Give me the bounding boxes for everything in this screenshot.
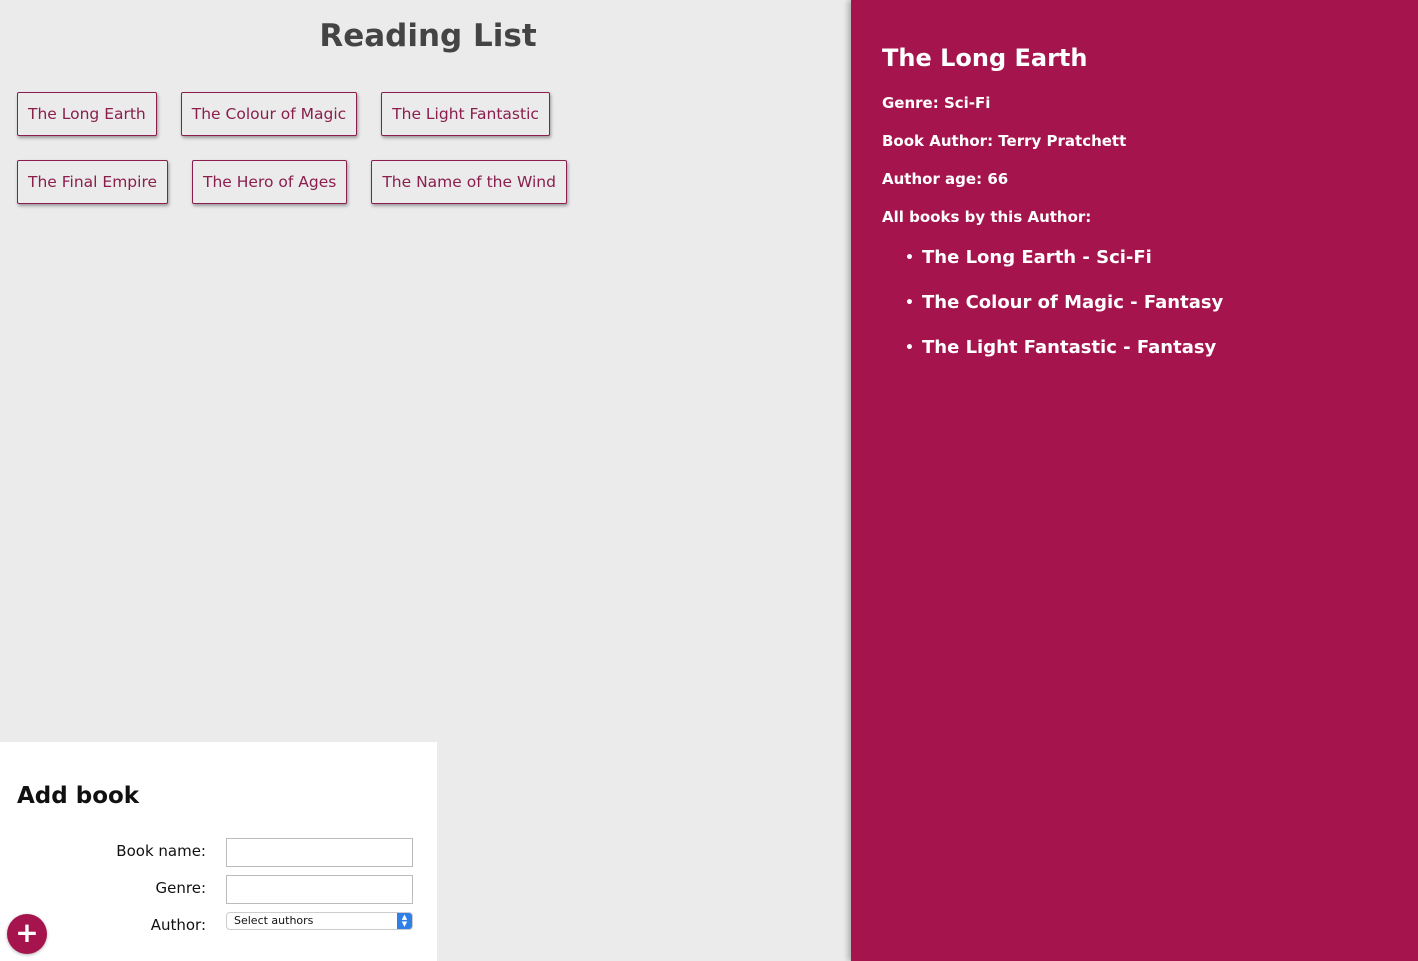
detail-genre: Genre: Sci-Fi bbox=[882, 94, 991, 112]
book-details-panel: The Long Earth Genre: Sci-Fi Book Author… bbox=[851, 0, 1418, 961]
genre-label: Genre: bbox=[155, 879, 206, 897]
author-book-label: The Long Earth - Sci-Fi bbox=[922, 247, 1152, 268]
list-item: • The Light Fantastic - Fantasy bbox=[905, 336, 1418, 360]
book-item[interactable]: The Final Empire bbox=[17, 160, 169, 204]
book-item[interactable]: The Light Fantastic bbox=[381, 92, 550, 136]
list-item: • The Long Earth - Sci-Fi bbox=[905, 246, 1418, 270]
book-item[interactable]: The Name of the Wind bbox=[371, 160, 567, 204]
author-books-list: • The Long Earth - Sci-Fi • The Colour o… bbox=[882, 246, 1418, 360]
bullet-icon: • bbox=[905, 340, 914, 356]
bullet-icon: • bbox=[905, 250, 914, 266]
author-select[interactable]: Select authors ▲ ▼ bbox=[226, 912, 413, 930]
add-book-title: Add book bbox=[17, 783, 140, 809]
author-book-label: The Light Fantastic - Fantasy bbox=[922, 337, 1217, 358]
book-name-label: Book name: bbox=[116, 842, 206, 860]
main-area: Reading List The Long Earth The Colour o… bbox=[0, 0, 851, 961]
book-list: The Long Earth The Colour of Magic The L… bbox=[17, 92, 717, 204]
select-arrows-icon: ▲ ▼ bbox=[397, 913, 412, 929]
bullet-icon: • bbox=[905, 295, 914, 311]
detail-author-age: Author age: 66 bbox=[882, 170, 1009, 188]
book-name-input[interactable] bbox=[226, 838, 413, 867]
book-item[interactable]: The Hero of Ages bbox=[192, 160, 348, 204]
book-item[interactable]: The Colour of Magic bbox=[180, 92, 358, 136]
detail-book-title: The Long Earth bbox=[882, 44, 1088, 72]
author-label: Author: bbox=[150, 916, 206, 934]
list-item: • The Colour of Magic - Fantasy bbox=[905, 291, 1418, 315]
author-book-label: The Colour of Magic - Fantasy bbox=[922, 292, 1224, 313]
add-book-panel: Add book Book name: Genre: Author: Selec… bbox=[0, 742, 437, 961]
detail-author: Book Author: Terry Pratchett bbox=[882, 132, 1127, 150]
book-item[interactable]: The Long Earth bbox=[17, 92, 157, 136]
author-select-value: Select authors bbox=[234, 914, 314, 927]
genre-input[interactable] bbox=[226, 875, 413, 904]
detail-all-books-label: All books by this Author: bbox=[882, 208, 1092, 226]
add-book-button[interactable]: + bbox=[7, 914, 47, 954]
page-title: Reading List bbox=[319, 18, 537, 54]
